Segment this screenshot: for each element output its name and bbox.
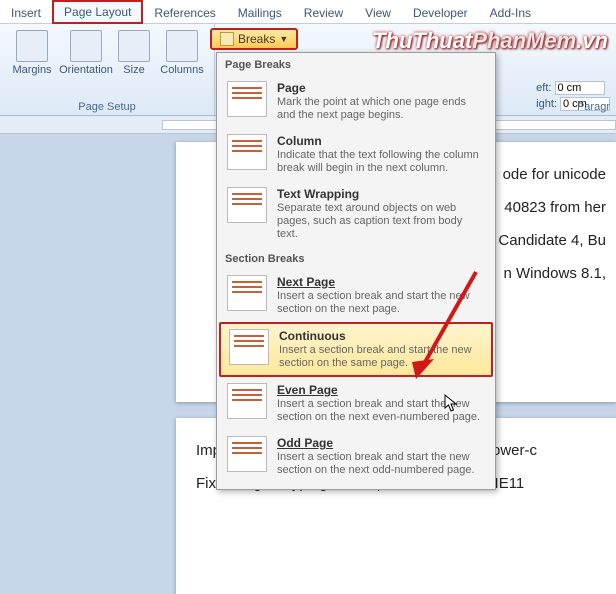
orientation-icon (70, 30, 102, 62)
menu-item-next-page[interactable]: Next PageInsert a section break and star… (217, 269, 495, 322)
page-break-icon (227, 81, 267, 117)
continuous-icon (229, 329, 269, 365)
menu-item-odd-page[interactable]: Odd PageInsert a section break and start… (217, 430, 495, 483)
menu-item-continuous[interactable]: ContinuousInsert a section break and sta… (219, 322, 493, 377)
tab-mailings[interactable]: Mailings (227, 2, 293, 23)
tab-review[interactable]: Review (293, 2, 354, 23)
page-setup-group: Margins Orientation Size Columns Page Se… (0, 24, 215, 115)
tab-references[interactable]: References (143, 2, 226, 23)
next-page-icon (227, 275, 267, 311)
margins-icon (16, 30, 48, 62)
tab-view[interactable]: View (354, 2, 402, 23)
size-button[interactable]: Size (114, 28, 154, 99)
menu-item-column[interactable]: ColumnIndicate that the text following t… (217, 128, 495, 181)
indent-left-input[interactable] (555, 81, 605, 95)
dropdown-header-page-breaks: Page Breaks (217, 53, 495, 75)
ribbon-tabs: Insert Page Layout References Mailings R… (0, 0, 616, 24)
breaks-dropdown: Page Breaks PageMark the point at which … (216, 52, 496, 490)
breaks-icon (220, 32, 234, 46)
odd-page-icon (227, 436, 267, 472)
indent-left-label: eft: (536, 82, 551, 94)
menu-item-page[interactable]: PageMark the point at which one page end… (217, 75, 495, 128)
group-label-paragraph: Paragr (577, 101, 610, 113)
tab-developer[interactable]: Developer (402, 2, 479, 23)
tab-addins[interactable]: Add-Ins (479, 2, 542, 23)
orientation-button[interactable]: Orientation (60, 28, 112, 99)
even-page-icon (227, 383, 267, 419)
tab-page-layout[interactable]: Page Layout (52, 0, 143, 24)
columns-icon (166, 30, 198, 62)
indent-right-label: ight: (536, 98, 557, 110)
breaks-button[interactable]: Breaks ▼ (210, 28, 298, 50)
tab-insert[interactable]: Insert (0, 2, 52, 23)
column-break-icon (227, 134, 267, 170)
group-label-page-setup: Page Setup (6, 99, 208, 113)
menu-item-even-page[interactable]: Even PageInsert a section break and star… (217, 377, 495, 430)
chevron-down-icon: ▼ (279, 34, 288, 44)
menu-item-text-wrapping[interactable]: Text WrappingSeparate text around object… (217, 181, 495, 247)
size-icon (118, 30, 150, 62)
margins-button[interactable]: Margins (6, 28, 58, 99)
dropdown-header-section-breaks: Section Breaks (217, 247, 495, 269)
columns-button[interactable]: Columns (156, 28, 208, 99)
text-wrapping-icon (227, 187, 267, 223)
